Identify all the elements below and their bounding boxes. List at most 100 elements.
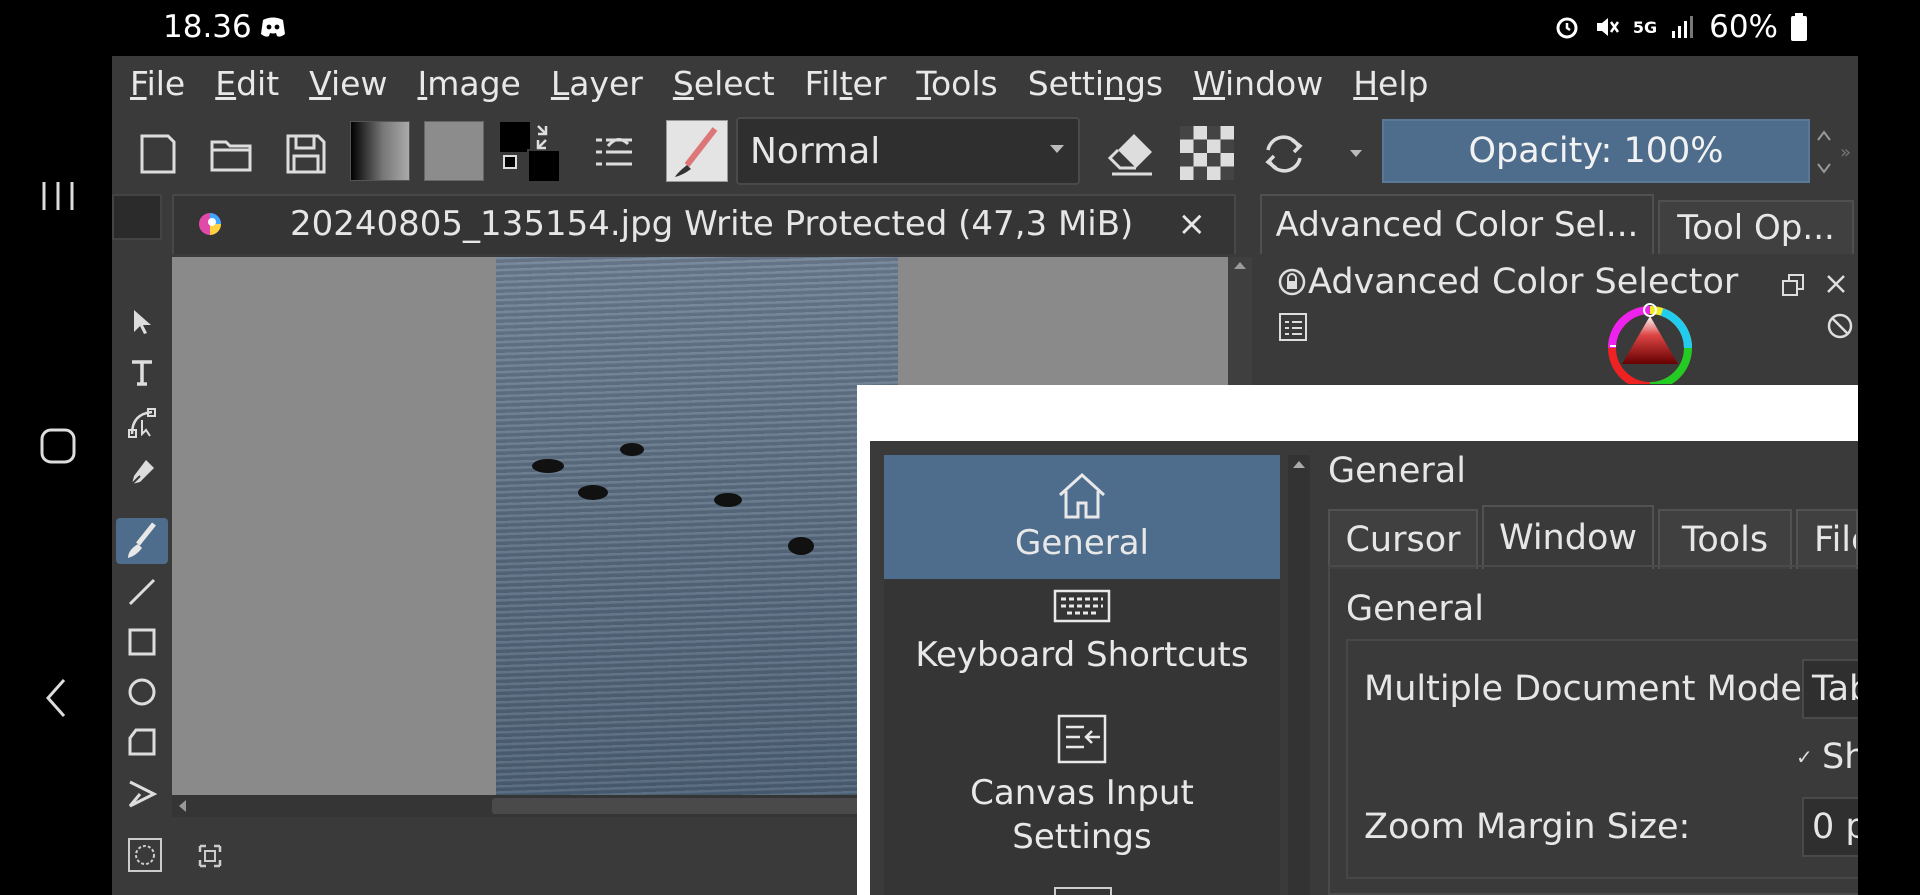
android-nav-rail (0, 56, 112, 895)
tab-advanced-color-selector[interactable]: Advanced Color Sel... (1260, 194, 1654, 254)
category-canvas-input-settings[interactable]: Canvas Input Settings (884, 713, 1280, 883)
save-icon[interactable] (280, 128, 332, 180)
docker-corner-button[interactable] (112, 194, 162, 240)
status-time: 18.36 (163, 9, 252, 45)
polygon-tool-icon[interactable] (126, 726, 158, 758)
selection-display-icon[interactable] (196, 842, 224, 870)
tab-label: Tool Op... (1677, 208, 1835, 248)
show-checkbox[interactable]: ✓ (1796, 745, 1818, 769)
opacity-spin-arrows-icon[interactable] (1814, 122, 1834, 182)
brush-icon (128, 522, 156, 558)
polyline-tool-icon[interactable] (126, 778, 158, 810)
tab-label: Tools (1681, 520, 1769, 560)
eraser-icon[interactable] (1106, 128, 1158, 180)
menu-select[interactable]: Select (673, 64, 775, 103)
line-tool-icon[interactable] (126, 576, 158, 608)
freehand-brush-tool[interactable] (116, 518, 168, 564)
menu-help[interactable]: Help (1353, 64, 1428, 103)
menu-image[interactable]: Image (417, 64, 520, 103)
tab-label: Advanced Color Sel... (1275, 205, 1639, 245)
tab-label: File (1814, 520, 1856, 560)
color-settings-icon[interactable] (1278, 312, 1308, 342)
group-title: General (1346, 589, 1484, 629)
new-document-icon[interactable] (132, 128, 184, 180)
rectangle-tool-icon[interactable] (126, 626, 158, 658)
ellipse-tool-icon[interactable] (126, 676, 158, 708)
category-general[interactable]: General (884, 455, 1280, 579)
document-title: 20240805_135154.jpg Write Protected (47,… (290, 204, 1134, 244)
foreground-background-color-icon[interactable] (498, 120, 562, 184)
canvas-input-icon (1057, 714, 1107, 764)
zoom-margin-spinbox[interactable]: 0 px (1802, 797, 1858, 857)
color-wheel-icon[interactable] (1602, 300, 1698, 384)
menu-window[interactable]: Window (1193, 64, 1323, 103)
recent-apps-icon[interactable] (30, 168, 86, 224)
close-icon[interactable]: × (1178, 204, 1207, 244)
tab-file[interactable]: File (1796, 509, 1858, 569)
tab-window[interactable]: Window (1482, 505, 1654, 569)
discord-icon (261, 17, 285, 37)
window-settings-panel: General Multiple Document Mode: Tab ✓ Sh… (1328, 565, 1858, 895)
configure-dialog: General Keyboard Shortcuts Canvas Input … (857, 385, 1858, 895)
docker-title: Advanced Color Selector (1308, 262, 1739, 302)
toolbar-overflow-icon[interactable]: » (1840, 142, 1851, 163)
opacity-slider[interactable]: Opacity: 100% (1382, 119, 1810, 183)
network-type: 5G (1632, 17, 1658, 37)
general-group: Multiple Document Mode: Tab ✓ Sh Zoom Ma… (1346, 639, 1858, 879)
category-keyboard-shortcuts[interactable]: Keyboard Shortcuts (884, 589, 1280, 703)
menu-view[interactable]: View (309, 64, 387, 103)
document-tab[interactable]: 20240805_135154.jpg Write Protected (47,… (172, 194, 1236, 254)
calligraphy-tool-icon[interactable] (126, 456, 158, 488)
brush-settings-icon[interactable] (588, 128, 640, 180)
menu-file[interactable]: File (130, 64, 185, 103)
blend-mode-select[interactable]: Normal (736, 117, 1080, 185)
menu-bar: File Edit View Image Layer Select Filter… (112, 56, 1858, 110)
scroll-up-icon[interactable] (1288, 455, 1310, 475)
menu-tools[interactable]: Tools (916, 64, 997, 103)
battery-percent: 60% (1709, 9, 1778, 45)
menu-settings[interactable]: Settings (1028, 64, 1163, 103)
category-label: General (1015, 523, 1149, 563)
select-shapes-tool-icon[interactable] (126, 306, 158, 338)
gradient-preset-icon[interactable] (350, 121, 410, 181)
open-folder-icon[interactable] (206, 128, 258, 180)
brush-preset-icon[interactable] (666, 120, 728, 182)
home-icon[interactable] (30, 418, 86, 474)
combo-value: Tab (1812, 669, 1858, 709)
category-label: Canvas Input Settings (970, 773, 1194, 857)
dialog-content: General Keyboard Shortcuts Canvas Input … (870, 441, 1858, 895)
reload-dropdown-chevron-icon[interactable] (1350, 150, 1362, 157)
battery-icon (1791, 13, 1807, 41)
reload-preset-icon[interactable] (1258, 128, 1310, 180)
alpha-lock-icon[interactable] (1180, 126, 1234, 180)
canvas-image (496, 257, 898, 795)
text-tool-icon[interactable] (126, 356, 158, 388)
close-docker-icon[interactable] (1824, 272, 1848, 296)
bird-silhouette (578, 485, 608, 500)
menu-layer[interactable]: Layer (551, 64, 643, 103)
category-next-icon[interactable] (1054, 887, 1112, 895)
mute-icon (1596, 18, 1619, 36)
toolbox (112, 256, 172, 864)
tab-tools[interactable]: Tools (1658, 509, 1792, 569)
scroll-left-icon[interactable] (172, 795, 194, 817)
opacity-value: Opacity: 100% (1468, 131, 1724, 171)
category-list: General Keyboard Shortcuts Canvas Input … (884, 455, 1280, 895)
edit-shapes-tool-icon[interactable] (126, 406, 158, 438)
disable-icon[interactable] (1826, 312, 1854, 340)
pattern-preset-icon[interactable] (424, 121, 484, 181)
lock-icon[interactable] (1278, 268, 1306, 296)
menu-filter[interactable]: Filter (805, 64, 887, 103)
category-scrollbar[interactable] (1288, 455, 1310, 895)
back-icon[interactable] (30, 670, 86, 726)
multiple-document-mode-select[interactable]: Tab (1802, 659, 1858, 719)
selection-mode-icon[interactable] (126, 836, 164, 874)
menu-edit[interactable]: Edit (215, 64, 279, 103)
tab-tool-options[interactable]: Tool Op... (1658, 200, 1854, 254)
category-label: Keyboard Shortcuts (915, 635, 1249, 675)
bird-silhouette (788, 537, 814, 555)
scroll-up-icon[interactable] (1228, 257, 1252, 275)
tab-cursor[interactable]: Cursor (1328, 509, 1478, 569)
chevron-down-icon (1050, 145, 1064, 153)
float-docker-icon[interactable] (1780, 272, 1806, 298)
